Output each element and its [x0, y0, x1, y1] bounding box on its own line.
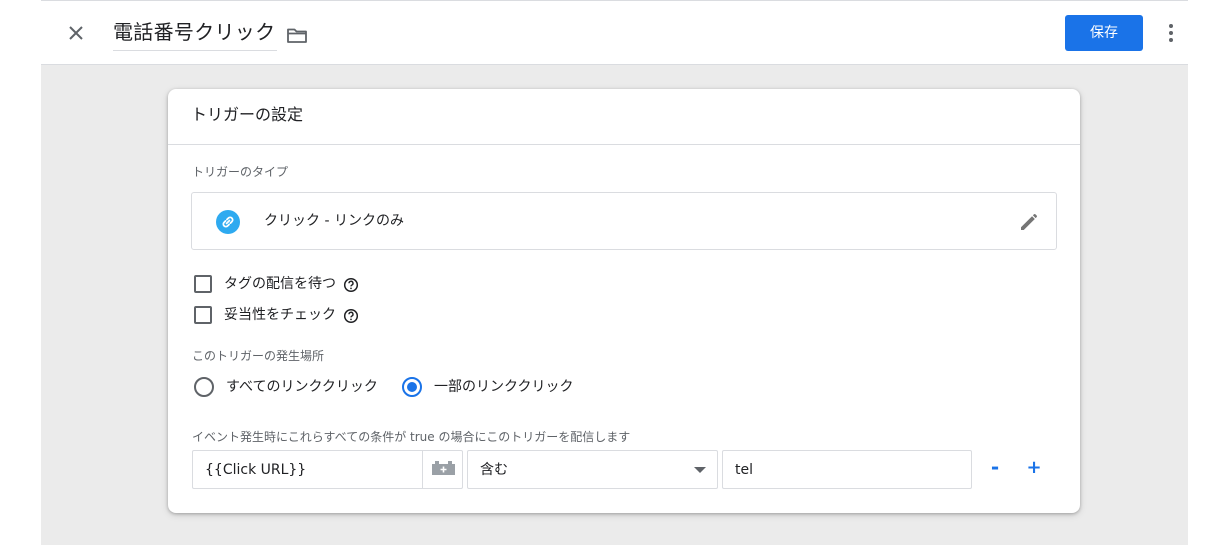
operator-value: 含む [480, 462, 508, 478]
dropdown-arrow-icon [694, 467, 706, 473]
checkbox-label: タグの配信を待つ [224, 276, 336, 292]
more-options-button[interactable] [1159, 20, 1183, 46]
folder-button[interactable] [285, 23, 309, 47]
radio-some-link-clicks[interactable]: 一部のリンククリック [402, 375, 582, 399]
more-vert-icon [1169, 24, 1173, 42]
variable-picker-button[interactable] [422, 451, 463, 488]
pencil-icon[interactable] [1017, 210, 1041, 234]
radio-all-link-clicks[interactable]: すべてのリンククリック [194, 375, 384, 399]
radio-label: すべてのリンククリック [226, 379, 378, 395]
trigger-type-name: クリック - リンクのみ [264, 213, 404, 229]
card-header: トリガーの設定 [168, 89, 1080, 145]
container-title-field[interactable]: 電話番号クリック [113, 17, 278, 51]
trigger-config-card: トリガーの設定 トリガーのタイプ クリック - リンクのみ タグの配信を待つ 妥… [168, 89, 1080, 513]
trigger-type-selector[interactable]: クリック - リンクのみ [191, 192, 1057, 250]
value-text: tel [735, 462, 753, 478]
value-input[interactable]: tel [722, 450, 972, 489]
radio-button[interactable] [402, 377, 422, 397]
operator-dropdown[interactable]: 含む [467, 450, 718, 489]
remove-condition-button[interactable]: - [986, 455, 1004, 481]
page-gutter-right [1188, 0, 1228, 545]
checkbox-wait-for-tags[interactable]: タグの配信を待つ [194, 272, 364, 296]
card-title: トリガーの設定 [191, 105, 304, 124]
variable-block-icon [432, 461, 455, 475]
variable-value: {{Click URL}} [205, 462, 307, 478]
help-icon[interactable] [343, 308, 359, 324]
variable-field[interactable]: {{Click URL}} [192, 450, 463, 489]
top-bar: 電話番号クリック 保存 [41, 0, 1188, 65]
page-title: 電話番号クリック [113, 20, 276, 44]
checkbox-check-validation[interactable]: 妥当性をチェック [194, 303, 364, 327]
folder-icon [287, 28, 307, 43]
fire-on-label: このトリガーの発生場所 [192, 349, 325, 363]
close-button[interactable] [63, 20, 89, 46]
save-button[interactable]: 保存 [1065, 15, 1143, 51]
close-icon [69, 26, 83, 40]
checkbox-box[interactable] [194, 275, 212, 293]
checkbox-box[interactable] [194, 306, 212, 324]
checkbox-label: 妥当性をチェック [224, 307, 336, 323]
help-icon[interactable] [343, 277, 359, 293]
radio-label: 一部のリンククリック [434, 379, 574, 395]
add-condition-button[interactable]: + [1025, 455, 1043, 481]
radio-button[interactable] [194, 377, 214, 397]
link-icon [216, 210, 240, 234]
condition-label: イベント発生時にこれらすべての条件が true の場合にこのトリガーを配信します [192, 430, 631, 444]
radio-selected-dot [407, 382, 417, 392]
page-gutter-left [0, 0, 41, 545]
trigger-type-label: トリガーのタイプ [192, 165, 289, 179]
